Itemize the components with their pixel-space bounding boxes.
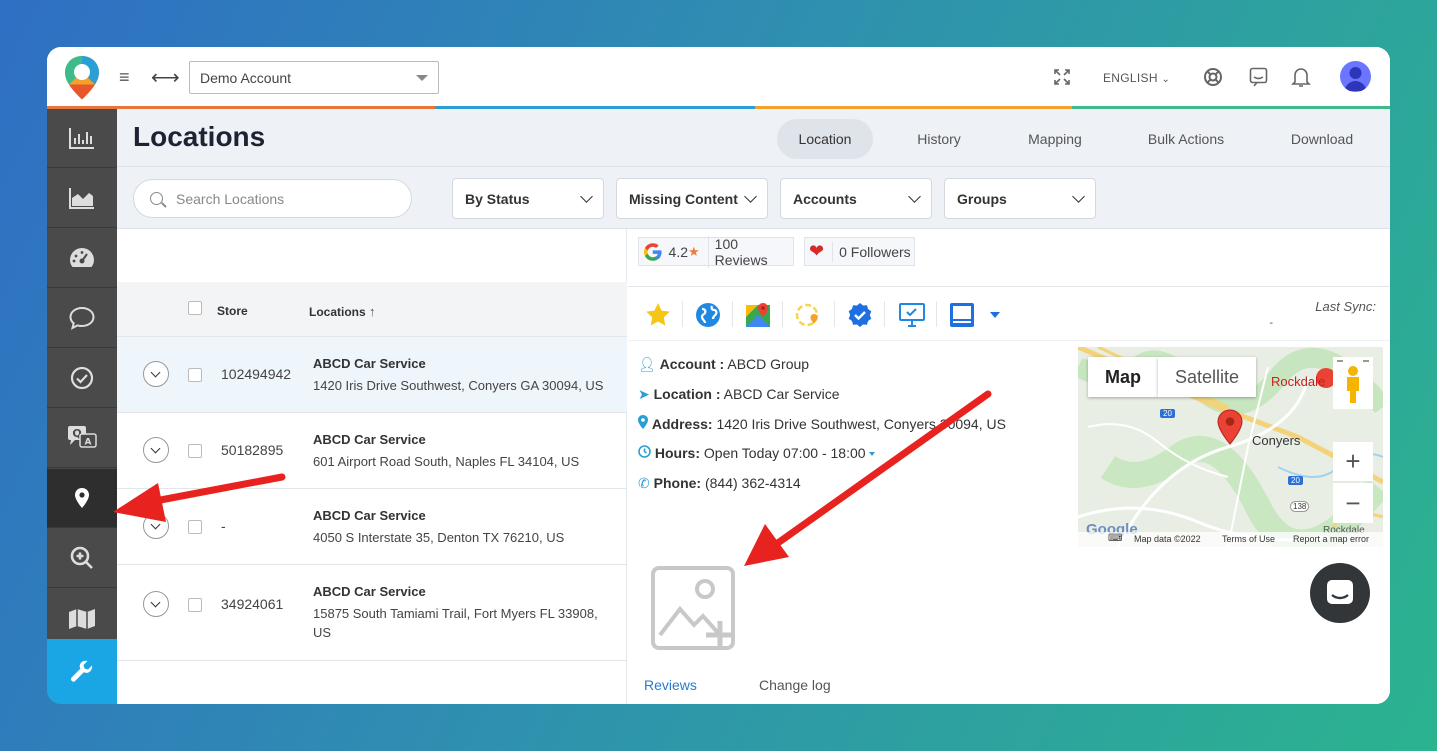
annotation-arrows	[113, 390, 992, 566]
